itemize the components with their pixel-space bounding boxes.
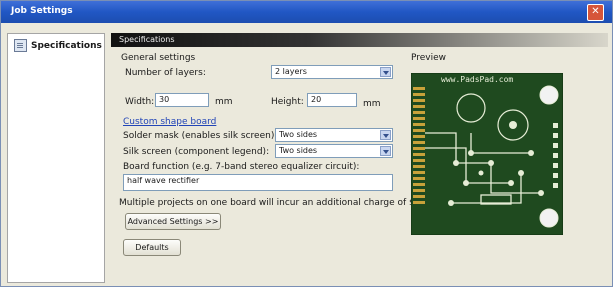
- width-unit: mm: [215, 97, 233, 107]
- advanced-settings-button[interactable]: Advanced Settings >>: [125, 213, 221, 230]
- preview-label: Preview: [411, 53, 447, 63]
- defaults-button[interactable]: Defaults: [123, 239, 181, 256]
- solder-mask-select[interactable]: Two sides: [275, 128, 393, 142]
- solder-mask-value: Two sides: [279, 130, 318, 139]
- layers-label: Number of layers:: [125, 68, 206, 78]
- custom-shape-link[interactable]: Custom shape board: [123, 117, 216, 127]
- board-url-text: www.PadsPad.com: [441, 75, 513, 84]
- layers-select[interactable]: 2 layers: [271, 65, 393, 79]
- width-label: Width:: [125, 97, 155, 107]
- document-icon: [14, 39, 27, 52]
- silk-screen-value: Two sides: [279, 146, 318, 155]
- chevron-down-icon[interactable]: [380, 130, 391, 140]
- board-function-input[interactable]: half wave rectifier: [123, 174, 393, 191]
- height-label: Height:: [271, 97, 304, 107]
- nav-item-label: Specifications: [31, 40, 102, 51]
- title-bar[interactable]: Job Settings ✕: [1, 1, 612, 23]
- window-title: Job Settings: [11, 6, 73, 16]
- close-icon[interactable]: ✕: [587, 4, 604, 21]
- width-input[interactable]: 30: [155, 93, 209, 107]
- layers-value: 2 layers: [275, 67, 307, 76]
- specifications-panel: Specifications General settings Preview …: [111, 33, 608, 281]
- height-unit: mm: [363, 99, 381, 109]
- multiple-projects-note: Multiple projects on one board will incu…: [119, 198, 454, 208]
- silk-screen-select[interactable]: Two sides: [275, 144, 393, 158]
- job-settings-window: Job Settings ✕ Specifications Specificat…: [0, 0, 613, 287]
- solder-mask-label: Solder mask (enables silk screen):: [123, 131, 278, 141]
- chevron-down-icon[interactable]: [380, 146, 391, 156]
- chevron-down-icon[interactable]: [380, 67, 391, 77]
- nav-item-specifications[interactable]: Specifications: [14, 39, 102, 52]
- board-preview: www.PadsPad.com: [411, 73, 563, 235]
- general-settings-label: General settings: [121, 53, 196, 63]
- height-input[interactable]: 20: [307, 93, 357, 107]
- board-function-label: Board function (e.g. 7-band stereo equal…: [123, 162, 360, 172]
- panel-header: Specifications: [111, 33, 608, 47]
- panel-header-title: Specifications: [119, 35, 175, 44]
- navigation-pane: Specifications: [7, 33, 105, 283]
- silk-screen-label: Silk screen (component legend):: [123, 147, 270, 157]
